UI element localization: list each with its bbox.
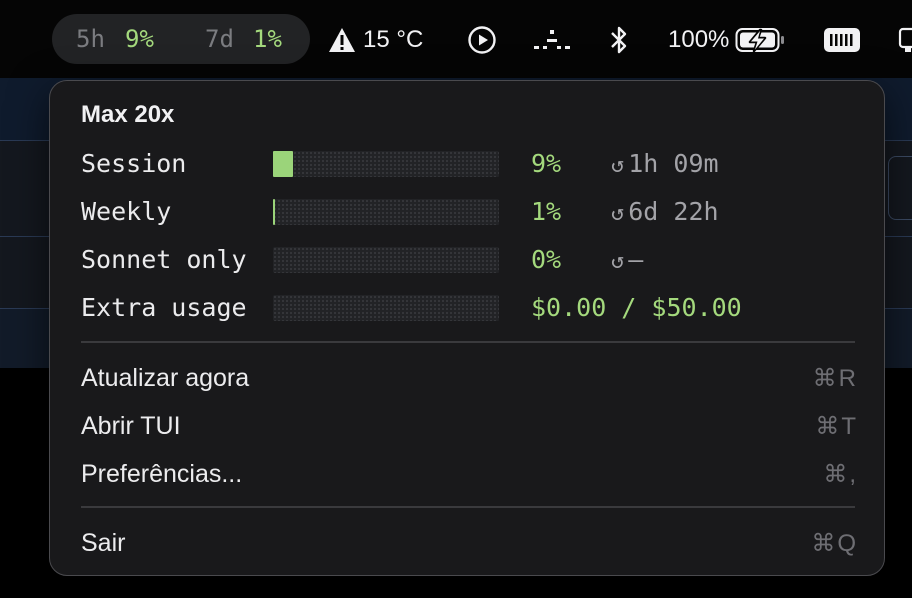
usage-row-sonnet-only: Sonnet only 0% ↺ —: [81, 243, 861, 277]
reset-icon: ↺: [611, 153, 625, 178]
usage-row-label: Extra usage: [81, 293, 247, 322]
reset-icon: ↺: [611, 249, 625, 274]
five-hour-value: 9%: [125, 25, 154, 53]
reset-time: 6d 22h: [628, 197, 719, 226]
menu-item-quit[interactable]: Sair ⌘Q: [81, 526, 857, 560]
spaces-status-item[interactable]: [533, 24, 571, 56]
display-icon: [898, 27, 912, 52]
menu-item-label: Atualizar agora: [81, 364, 250, 392]
usage-progress-fill: [273, 199, 276, 225]
menu-item-refresh-now[interactable]: Atualizar agora ⌘R: [81, 361, 857, 395]
usage-row-label: Sonnet only: [81, 245, 247, 274]
reset-time: 1h 09m: [628, 149, 719, 178]
menu-item-preferences[interactable]: Preferências... ⌘,: [81, 457, 857, 491]
usage-progress-bar: [273, 295, 499, 321]
usage-popup-menu: Max 20x Session 9% ↺ 1h 09m Weekly 1% ↺ 6d…: [49, 80, 885, 576]
menu-item-shortcut: ⌘T: [815, 413, 858, 440]
menu-item-label: Sair: [81, 529, 126, 557]
menu-bar: 5h 9% 7d 1% 15 °C 100%: [0, 0, 912, 78]
menu-separator: [81, 506, 855, 508]
reset-time: —: [628, 245, 644, 274]
background-panel-edge: [888, 156, 912, 220]
menu-separator: [81, 341, 855, 343]
bluetooth-status-item[interactable]: [609, 24, 629, 56]
usage-progress-fill: [273, 151, 294, 177]
battery-charging-icon: [735, 28, 785, 53]
usage-progress-bar: [273, 151, 499, 177]
menu-item-open-tui[interactable]: Abrir TUI ⌘T: [81, 409, 857, 443]
plan-title: Max 20x: [81, 101, 175, 128]
usage-row-extra-usage: Extra usage $0.00 / $50.00: [81, 291, 861, 325]
menu-item-shortcut: ⌘R: [812, 365, 858, 392]
usage-row-session: Session 9% ↺ 1h 09m: [81, 147, 861, 181]
display-status-item[interactable]: [898, 24, 912, 56]
usage-percent: 1%: [531, 197, 562, 226]
usage-row-label: Session: [81, 149, 187, 178]
menu-item-shortcut: ⌘,: [823, 461, 858, 488]
spaces-icon: [534, 30, 570, 49]
seven-day-label: 7d: [205, 25, 234, 53]
five-hour-label: 5h: [76, 25, 105, 53]
battery-status-item[interactable]: 100%: [668, 24, 787, 56]
temperature-status-item[interactable]: 15 °C: [328, 24, 423, 56]
memory-icon: [824, 28, 860, 52]
usage-reset: ↺ 6d 22h: [611, 197, 719, 226]
seven-day-value: 1%: [253, 25, 282, 53]
temperature-value: 15 °C: [363, 26, 424, 53]
battery-percent: 100%: [668, 26, 730, 53]
menu-item-shortcut: ⌘Q: [811, 530, 858, 557]
usage-reset: ↺ —: [611, 245, 643, 274]
reset-icon: ↺: [611, 201, 625, 226]
usage-row-label: Weekly: [81, 197, 172, 226]
usage-reset: ↺ 1h 09m: [611, 149, 719, 178]
usage-row-weekly: Weekly 1% ↺ 6d 22h: [81, 195, 861, 229]
usage-progress-bar: [273, 199, 499, 225]
usage-progress-bar: [273, 247, 499, 273]
memory-status-item[interactable]: [823, 24, 861, 56]
extra-usage-amount: $0.00 / $50.00: [531, 293, 742, 322]
usage-percent: 9%: [531, 149, 562, 178]
now-playing-status-item[interactable]: [467, 24, 497, 56]
usage-status-item[interactable]: 5h 9% 7d 1%: [52, 14, 310, 64]
bluetooth-icon: [611, 26, 627, 54]
menu-item-label: Abrir TUI: [81, 412, 181, 440]
play-circle-icon: [468, 26, 496, 54]
warning-icon: [329, 28, 355, 52]
usage-percent: 0%: [531, 245, 562, 274]
menu-item-label: Preferências...: [81, 460, 243, 488]
